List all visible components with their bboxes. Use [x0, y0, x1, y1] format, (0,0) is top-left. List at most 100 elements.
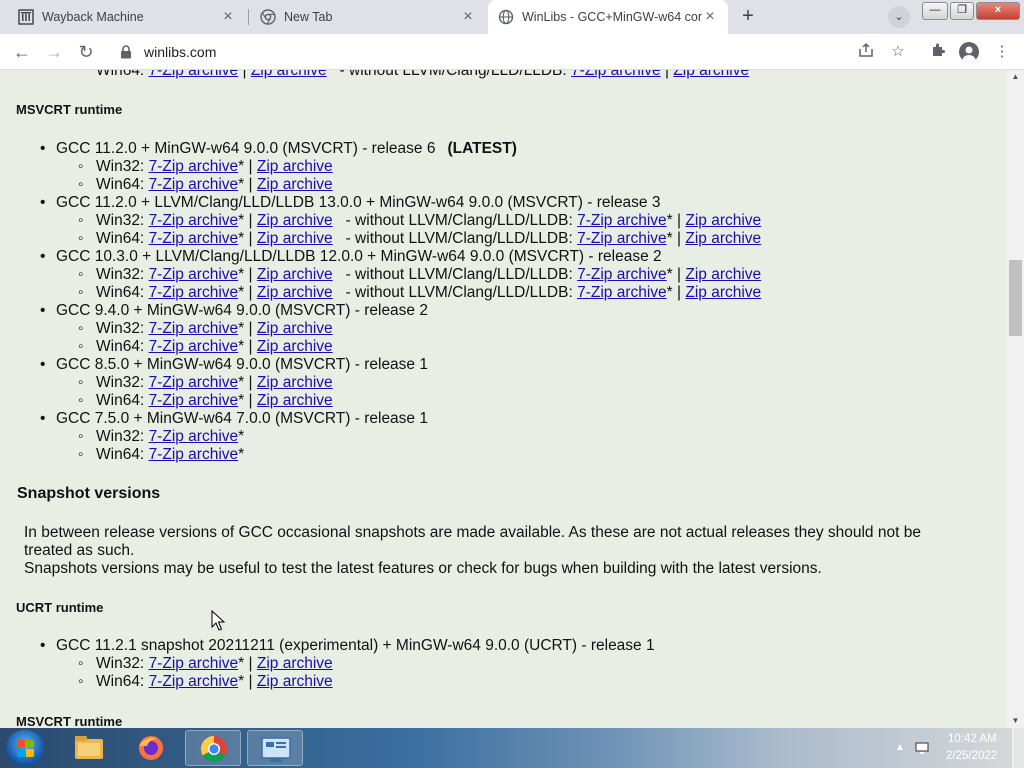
separator: | — [248, 320, 253, 337]
separator: | — [248, 212, 253, 229]
zip-archive-link[interactable]: Zip archive — [257, 284, 333, 301]
mouse-cursor-icon — [211, 610, 225, 631]
zip-archive-link[interactable]: Zip archive — [685, 284, 761, 301]
download-row-win32: Win32: 7-Zip archive* | Zip archive — [78, 655, 333, 673]
page-content: Win64: 7-Zip archive | Zip archive - wit… — [0, 70, 1007, 728]
tab-winlibs[interactable]: WinLibs - GCC+MinGW-w64 com × — [488, 0, 728, 34]
close-icon[interactable]: × — [460, 9, 476, 25]
zip-archive-link[interactable]: Zip archive — [257, 673, 333, 690]
zip-archive-link[interactable]: Zip archive — [673, 70, 749, 79]
close-window-button[interactable]: × — [976, 2, 1020, 20]
lock-icon[interactable] — [120, 45, 132, 59]
7zip-archive-link[interactable]: 7-Zip archive — [149, 446, 239, 463]
back-button[interactable]: ← — [10, 40, 34, 64]
clock-time[interactable]: 10:42 AM — [948, 733, 997, 745]
7zip-archive-link[interactable]: 7-Zip archive — [571, 70, 661, 79]
7zip-archive-link[interactable]: 7-Zip archive — [149, 338, 239, 355]
7zip-archive-link[interactable]: 7-Zip archive — [149, 230, 239, 247]
maximize-button[interactable]: ❐ — [950, 2, 974, 20]
scroll-up-arrow[interactable]: ▲ — [1007, 70, 1024, 84]
7zip-archive-link[interactable]: 7-Zip archive — [577, 212, 667, 229]
menu-icon[interactable]: ⋮ — [992, 42, 1012, 62]
page-scrollbar[interactable]: ▲ ▼ — [1007, 70, 1024, 728]
release-title: GCC 7.5.0 + MinGW-w64 7.0.0 (MSVCRT) - r… — [40, 410, 428, 428]
7zip-archive-link[interactable]: 7-Zip archive — [149, 374, 239, 391]
zip-archive-link[interactable]: Zip archive — [257, 320, 333, 337]
windows-logo-icon — [26, 740, 34, 748]
zip-archive-link[interactable]: Zip archive — [257, 338, 333, 355]
asterisk: * — [238, 673, 245, 690]
taskbar-file-explorer[interactable] — [61, 730, 117, 766]
zip-archive-link[interactable]: Zip archive — [257, 176, 333, 193]
tab-wayback-machine[interactable]: Wayback Machine × — [8, 0, 246, 34]
zip-archive-link[interactable]: Zip archive — [257, 374, 333, 391]
scroll-down-arrow[interactable]: ▼ — [1007, 714, 1024, 728]
address-bar[interactable]: winlibs.com — [110, 39, 910, 65]
7zip-archive-link[interactable]: 7-Zip archive — [149, 176, 239, 193]
download-row-win32: Win32: 7-Zip archive* | Zip archive — [78, 158, 333, 176]
7zip-archive-link[interactable]: 7-Zip archive — [149, 284, 239, 301]
show-desktop-button[interactable] — [1012, 728, 1024, 768]
windows-logo-icon — [26, 749, 34, 757]
taskbar-chrome[interactable] — [185, 730, 241, 766]
extensions-icon[interactable] — [928, 42, 948, 62]
clock-date[interactable]: 2/25/2022 — [946, 750, 997, 762]
download-row-win64: Win64: 7-Zip archive* | Zip archive — [78, 176, 333, 194]
reload-button[interactable]: ↻ — [74, 40, 98, 64]
7zip-archive-link[interactable]: 7-Zip archive — [577, 284, 667, 301]
zip-archive-link[interactable]: Zip archive — [685, 266, 761, 283]
zip-archive-link[interactable]: Zip archive — [257, 230, 333, 247]
zip-archive-link[interactable]: Zip archive — [257, 158, 333, 175]
taskbar-firefox[interactable] — [123, 730, 179, 766]
7zip-archive-link[interactable]: 7-Zip archive — [149, 266, 239, 283]
windows-taskbar: ▲ 10:42 AM 2/25/2022 — [0, 728, 1024, 768]
forward-button[interactable]: → — [42, 40, 66, 64]
zip-archive-link[interactable]: Zip archive — [257, 212, 333, 229]
tab-search-button[interactable]: ⌄ — [888, 6, 910, 28]
without-llvm-label: - without LLVM/Clang/LLD/LLDB: — [345, 266, 573, 283]
7zip-archive-link[interactable]: 7-Zip archive — [149, 655, 239, 672]
snapshot-paragraph-line-2: treated as such. — [24, 542, 135, 559]
taskbar-control-panel[interactable] — [247, 730, 303, 766]
7zip-archive-link[interactable]: 7-Zip archive — [149, 158, 239, 175]
arch-label: Win64: — [96, 176, 145, 193]
7zip-archive-link[interactable]: 7-Zip archive — [577, 230, 667, 247]
scroll-thumb[interactable] — [1009, 260, 1022, 336]
arch-label: Win32: — [96, 212, 145, 229]
release-name: GCC 11.2.0 + LLVM/Clang/LLD/LLDB 13.0.0 … — [56, 194, 661, 211]
start-button[interactable] — [6, 730, 44, 766]
release-title: GCC 8.5.0 + MinGW-w64 9.0.0 (MSVCRT) - r… — [40, 356, 428, 374]
arch-label: Win64: — [96, 70, 145, 79]
profile-avatar-icon[interactable] — [959, 42, 979, 62]
zip-archive-link[interactable]: Zip archive — [251, 70, 327, 79]
zip-archive-link[interactable]: Zip archive — [685, 212, 761, 229]
tab-new-tab[interactable]: New Tab × — [250, 0, 486, 34]
7zip-archive-link[interactable]: 7-Zip archive — [149, 70, 239, 79]
new-tab-button[interactable]: + — [736, 5, 760, 29]
wayback-icon — [18, 9, 34, 25]
7zip-archive-link[interactable]: 7-Zip archive — [149, 320, 239, 337]
7zip-archive-link[interactable]: 7-Zip archive — [149, 428, 239, 445]
zip-archive-link[interactable]: Zip archive — [257, 266, 333, 283]
asterisk: * — [238, 176, 245, 193]
close-icon[interactable]: × — [702, 9, 718, 25]
bookmark-star-icon[interactable]: ☆ — [888, 42, 908, 62]
zip-archive-link[interactable]: Zip archive — [257, 655, 333, 672]
download-row-win64: Win64: 7-Zip archive* | Zip archive - wi… — [78, 230, 761, 248]
7zip-archive-link[interactable]: 7-Zip archive — [149, 673, 239, 690]
share-icon[interactable] — [856, 42, 876, 62]
download-row-win32: Win32: 7-Zip archive* | Zip archive - wi… — [78, 266, 761, 284]
section-heading-msvcrt: MSVCRT runtime — [16, 102, 123, 117]
zip-archive-link[interactable]: Zip archive — [685, 230, 761, 247]
7zip-archive-link[interactable]: 7-Zip archive — [577, 266, 667, 283]
close-icon[interactable]: × — [220, 9, 236, 25]
network-icon[interactable] — [914, 740, 930, 756]
show-hidden-icons-icon[interactable]: ▲ — [892, 740, 908, 756]
zip-archive-link[interactable]: Zip archive — [257, 392, 333, 409]
asterisk: * — [238, 266, 245, 283]
arch-label: Win64: — [96, 338, 145, 355]
download-row-win64: Win64: 7-Zip archive* | Zip archive — [78, 673, 333, 691]
7zip-archive-link[interactable]: 7-Zip archive — [149, 392, 239, 409]
minimize-button[interactable]: — — [922, 2, 948, 20]
7zip-archive-link[interactable]: 7-Zip archive — [149, 212, 239, 229]
